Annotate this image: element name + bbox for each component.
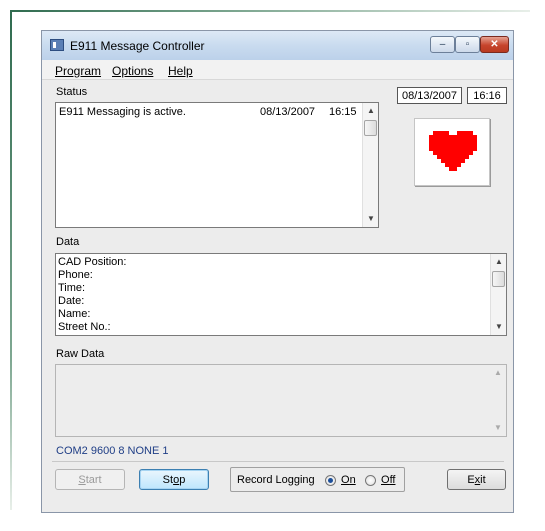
logging-off-radio[interactable]	[365, 475, 376, 486]
scroll-thumb[interactable]	[364, 120, 377, 136]
current-time: 16:16	[467, 87, 507, 104]
decorative-left-line	[10, 10, 12, 510]
field-phone: Phone:	[58, 269, 93, 281]
record-logging-group: Record Logging On Off	[230, 467, 405, 492]
window-title: E911 Message Controller	[70, 39, 205, 53]
minimize-button[interactable]: –	[430, 36, 455, 53]
logging-off-label[interactable]: Off	[381, 474, 395, 486]
start-button[interactable]: Start	[55, 469, 125, 490]
heart-icon	[429, 131, 477, 171]
logging-off-rest: ff	[389, 474, 396, 486]
scroll-thumb[interactable]	[492, 271, 505, 287]
raw-data-label: Raw Data	[56, 348, 105, 360]
field-cad-position: CAD Position:	[58, 256, 127, 268]
data-scrollbar[interactable]: ▲ ▼	[490, 254, 506, 335]
stop-button[interactable]: St o p	[139, 469, 209, 490]
scroll-up-arrow-icon: ▲	[494, 368, 502, 377]
status-label: Status	[56, 86, 88, 98]
data-list[interactable]: CAD Position: Phone: Time: Date: Name: S…	[55, 253, 507, 336]
record-logging-label: Record Logging	[237, 474, 315, 486]
field-date: Date:	[58, 295, 85, 307]
logging-on-radio[interactable]	[325, 475, 336, 486]
menu-help[interactable]: Help	[168, 64, 193, 78]
logging-on-rest: n	[349, 474, 356, 486]
raw-data-area: ▲ ▼	[55, 364, 507, 437]
maximize-button[interactable]: ▫	[455, 36, 480, 53]
scroll-up-arrow-icon[interactable]: ▲	[363, 104, 378, 118]
logging-on-key: O	[341, 474, 350, 486]
status-date: 08/13/2007	[260, 106, 316, 118]
logging-off-key: O	[381, 474, 390, 486]
raw-data-scrollbar: ▲ ▼	[490, 365, 506, 436]
logging-on-label[interactable]: On	[341, 474, 356, 486]
stop-label-post: p	[179, 473, 186, 486]
menu-bar: Program Options Help	[42, 60, 513, 80]
start-label-post: tart	[85, 473, 102, 486]
field-name: Name:	[58, 308, 91, 320]
status-list[interactable]: E911 Messaging is active. 08/13/2007 16:…	[55, 102, 379, 228]
data-label: Data	[56, 236, 80, 248]
scroll-up-arrow-icon[interactable]: ▲	[491, 255, 506, 269]
decorative-top-line	[10, 10, 530, 12]
app-window: E911 Message Controller – ▫ ✕ Program Op…	[41, 30, 514, 513]
field-time: Time:	[58, 282, 86, 294]
port-settings: COM2 9600 8 NONE 1	[56, 445, 169, 457]
current-date: 08/13/2007	[397, 87, 462, 104]
heartbeat-indicator	[414, 118, 490, 186]
app-icon	[50, 39, 64, 51]
status-message: E911 Messaging is active.	[59, 106, 186, 118]
exit-button[interactable]: Ex it	[447, 469, 506, 490]
menu-program[interactable]: Program	[55, 64, 101, 78]
field-street-no: Street No.:	[58, 321, 111, 333]
scroll-down-arrow-icon[interactable]: ▼	[363, 212, 378, 226]
stop-label-pre: St	[162, 473, 174, 486]
close-button[interactable]: ✕	[480, 36, 509, 53]
exit-label-post: it	[480, 473, 486, 486]
status-scrollbar[interactable]: ▲ ▼	[362, 103, 378, 227]
menu-options[interactable]: Options	[112, 64, 153, 78]
scroll-down-arrow-icon: ▼	[494, 423, 502, 432]
exit-label-pre: E	[467, 473, 475, 486]
status-time: 16:15	[329, 106, 357, 118]
start-label-key: S	[78, 473, 86, 486]
title-bar[interactable]: E911 Message Controller – ▫ ✕	[42, 31, 513, 60]
scroll-down-arrow-icon[interactable]: ▼	[491, 320, 506, 334]
divider	[52, 461, 504, 462]
